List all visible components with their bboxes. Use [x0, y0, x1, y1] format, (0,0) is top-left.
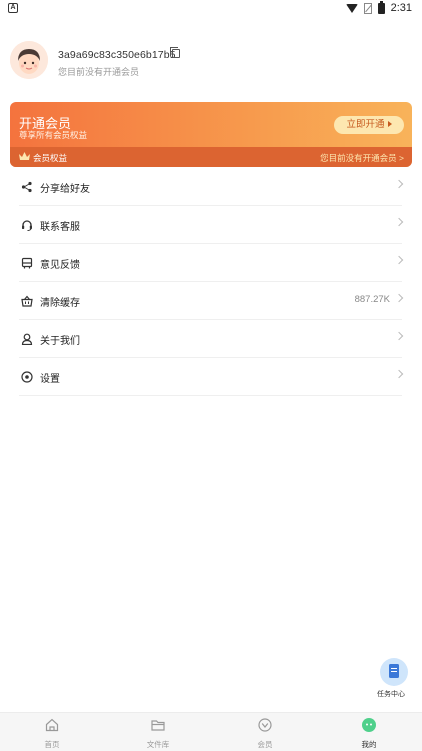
profile-header[interactable]: 3a9a69c83c350e6b17b5 您目前没有开通会员 — [10, 40, 412, 84]
person-icon — [21, 332, 33, 346]
home-icon — [45, 718, 59, 732]
menu-item-feedback[interactable]: 意见反馈 — [19, 244, 404, 282]
feedback-icon — [21, 256, 33, 269]
vip-status-link[interactable]: 您目前没有开通会员 > — [320, 152, 404, 164]
vip-icon — [258, 718, 272, 732]
settings-menu: 分享给好友 联系客服 意见反馈 清除缓存 887.27K 关于我们 设置 — [19, 168, 404, 396]
headset-icon — [21, 218, 33, 231]
menu-item-label: 设置 — [40, 374, 60, 385]
menu-item-about-us[interactable]: 关于我们 — [19, 320, 404, 358]
user-id: 3a9a69c83c350e6b17b5 — [58, 49, 176, 61]
open-vip-button[interactable]: 立即开通 — [334, 116, 404, 134]
no-sim-icon — [363, 2, 372, 14]
menu-item-label: 意见反馈 — [40, 260, 80, 271]
app-notification-icon: A — [8, 3, 18, 13]
vip-benefits-bar[interactable]: 会员权益 您目前没有开通会员 > — [10, 147, 412, 167]
chevron-right-icon — [394, 331, 404, 341]
menu-item-label: 分享给好友 — [40, 184, 90, 195]
share-icon — [21, 180, 33, 193]
nav-label: 我的 — [361, 740, 377, 749]
nav-label: 首页 — [44, 740, 60, 749]
chevron-right-icon — [394, 179, 404, 189]
vip-benefits-label: 会员权益 — [33, 153, 68, 163]
avatar[interactable] — [10, 41, 48, 79]
nav-label: 会员 — [257, 740, 273, 749]
nav-home[interactable]: 首页 — [12, 713, 92, 751]
nav-mine[interactable]: 我的 — [329, 713, 409, 751]
profile-icon — [362, 718, 376, 732]
membership-status: 您目前没有开通会员 — [58, 67, 140, 77]
status-bar: A 2:31 — [0, 0, 422, 18]
chevron-right-icon — [394, 369, 404, 379]
bottom-navigation: 首页 文件库 会员 我的 — [0, 712, 422, 751]
menu-item-customer-service[interactable]: 联系客服 — [19, 206, 404, 244]
settings-icon — [21, 370, 33, 383]
task-center-button[interactable] — [380, 658, 408, 686]
chevron-right-icon — [394, 293, 404, 303]
status-time: 2:31 — [390, 2, 412, 14]
chevron-right-icon — [394, 255, 404, 265]
chevron-right-icon — [394, 217, 404, 227]
menu-item-share[interactable]: 分享给好友 — [19, 168, 404, 206]
wifi-icon — [345, 3, 358, 13]
nav-vip[interactable]: 会员 — [225, 713, 305, 751]
nav-label: 文件库 — [146, 740, 170, 749]
task-center-label: 任务中心 — [377, 691, 405, 698]
menu-item-clear-cache[interactable]: 清除缓存 887.27K — [19, 282, 404, 320]
folder-icon — [151, 718, 165, 732]
vip-card[interactable]: 开通会员 尊享所有会员权益 立即开通 会员权益 您目前没有开通会员 > — [10, 102, 412, 167]
task-document-icon — [389, 664, 399, 678]
play-arrow-icon — [387, 121, 392, 128]
menu-item-label: 清除缓存 — [40, 298, 80, 309]
copy-icon[interactable] — [170, 47, 180, 58]
menu-item-label: 关于我们 — [40, 336, 80, 347]
cache-size: 887.27K — [354, 294, 390, 305]
battery-icon — [377, 0, 385, 14]
vip-subtitle: 尊享所有会员权益 — [19, 130, 88, 140]
nav-file-library[interactable]: 文件库 — [118, 713, 198, 751]
menu-item-settings[interactable]: 设置 — [19, 358, 404, 396]
status-icons: 2:31 — [345, 0, 412, 14]
basket-icon — [21, 294, 33, 307]
open-vip-label: 立即开通 — [346, 119, 385, 130]
menu-item-label: 联系客服 — [40, 222, 80, 233]
